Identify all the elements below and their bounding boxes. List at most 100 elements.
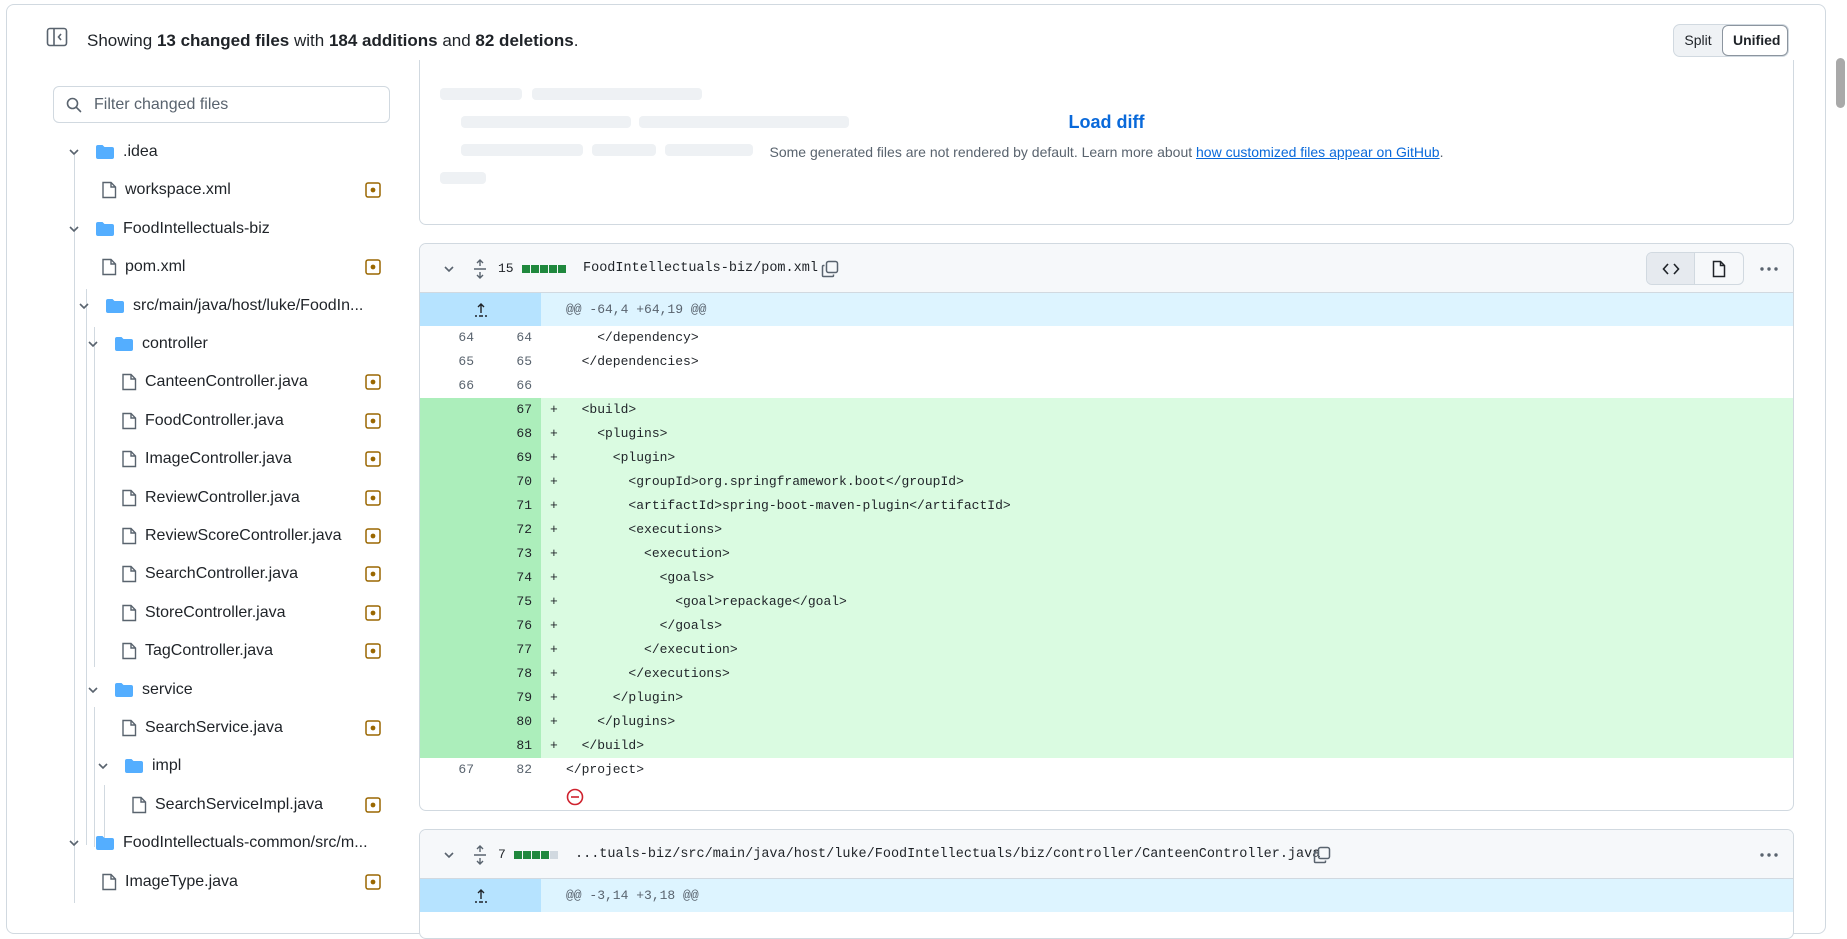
tree-folder-src-main-java-host-luke-foodin[interactable]: src/main/java/host/luke/FoodIn... [77, 289, 393, 323]
tree-folder-service[interactable]: service [86, 673, 393, 707]
new-line-number[interactable]: 75 [492, 590, 532, 614]
tree-file-reviewcontroller-java[interactable]: ReviewController.java [121, 481, 393, 515]
old-line-number[interactable]: 66 [434, 374, 474, 398]
source-diff-button[interactable] [1647, 253, 1695, 284]
filter-changed-files [53, 86, 390, 123]
copy-icon[interactable] [1313, 830, 1331, 879]
tree-file-reviewscorecontroller-java[interactable]: ReviewScoreController.java [121, 519, 393, 553]
diffstat-bar [522, 244, 566, 293]
tree-file-searchcontroller-java[interactable]: SearchController.java [121, 557, 393, 591]
tree-folder-controller[interactable]: controller [86, 327, 393, 361]
diffstat-square [558, 264, 566, 273]
file-modified-icon [365, 489, 381, 506]
diff-sign: + [550, 570, 558, 585]
chevron-down-icon[interactable] [86, 683, 100, 697]
summary-suffix: . [573, 31, 579, 50]
diffstat-square [541, 850, 549, 859]
tree-file-foodcontroller-java[interactable]: FoodController.java [121, 404, 393, 438]
old-line-number[interactable]: 67 [434, 758, 474, 782]
file-path[interactable]: FoodIntellectuals-biz/pom.xml [583, 244, 818, 293]
code-text: </dependencies> [566, 354, 699, 369]
rich-diff-button[interactable] [1695, 253, 1743, 284]
diff-line-context: 64 64 </dependency> [420, 326, 1793, 350]
tree-folder-idea[interactable]: .idea [67, 135, 393, 169]
tree-file-imagecontroller-java[interactable]: ImageController.java [121, 442, 393, 476]
expand-all-icon[interactable] [472, 244, 488, 293]
view-mode-buttons [1646, 252, 1744, 285]
note-end: . [1439, 144, 1444, 160]
more-options-icon[interactable] [1753, 244, 1785, 293]
chevron-down-icon[interactable] [86, 337, 100, 351]
chevron-down-icon[interactable] [67, 222, 81, 236]
diff-line-added: 68 + <plugins> [420, 422, 1793, 446]
tree-folder-impl[interactable]: impl [96, 749, 393, 783]
tree-folder-foodintellectuals-biz[interactable]: FoodIntellectuals-biz [67, 212, 393, 246]
copy-icon[interactable] [821, 244, 839, 293]
tree-item-label: service [142, 680, 193, 698]
chevron-down-icon[interactable] [77, 299, 91, 313]
split-view-button[interactable]: Split [1674, 25, 1722, 56]
tree-file-pom-xml[interactable]: pom.xml [101, 250, 393, 284]
chevron-down-icon[interactable] [67, 145, 81, 159]
old-line-number[interactable]: 65 [434, 350, 474, 374]
tree-file-canteencontroller-java[interactable]: CanteenController.java [121, 365, 393, 399]
new-line-number[interactable]: 80 [492, 710, 532, 734]
new-line-number[interactable]: 70 [492, 470, 532, 494]
folder-icon [95, 835, 115, 851]
chevron-down-icon[interactable] [67, 836, 81, 850]
collapse-file-chevron-icon[interactable] [442, 830, 456, 879]
more-options-icon[interactable] [1753, 830, 1785, 879]
new-line-number[interactable]: 69 [492, 446, 532, 470]
lines-changed-count: 7 [498, 847, 506, 862]
new-line-number[interactable]: 82 [492, 758, 532, 782]
file-path[interactable]: ...tuals-biz/src/main/java/host/luke/Foo… [575, 830, 1320, 879]
old-line-number[interactable]: 64 [434, 326, 474, 350]
diff-sign: + [550, 594, 558, 609]
new-line-number[interactable]: 68 [492, 422, 532, 446]
folder-icon [114, 682, 134, 698]
tree-file-imagetype-java[interactable]: ImageType.java [101, 865, 393, 899]
new-line-number[interactable]: 67 [492, 398, 532, 422]
chevron-down-icon[interactable] [96, 759, 110, 773]
new-line-number[interactable]: 74 [492, 566, 532, 590]
new-line-number[interactable]: 73 [492, 542, 532, 566]
file-icon [121, 489, 137, 507]
collapse-file-chevron-icon[interactable] [442, 244, 456, 293]
load-diff-button[interactable]: Load diff [420, 112, 1793, 133]
diff-sign: + [550, 642, 558, 657]
file-modified-icon [365, 566, 381, 583]
new-line-number[interactable]: 64 [492, 326, 532, 350]
new-line-number[interactable]: 66 [492, 374, 532, 398]
page-scrollbar[interactable] [1833, 52, 1847, 921]
tree-file-searchservice-java[interactable]: SearchService.java [121, 711, 393, 745]
new-line-number[interactable]: 78 [492, 662, 532, 686]
customized-files-link[interactable]: how customized files appear on GitHub [1196, 144, 1440, 160]
file-diff-pom-xml: 15 FoodIntellectuals-biz/pom.xml @@ -64,… [419, 243, 1794, 811]
new-line-number[interactable]: 76 [492, 614, 532, 638]
new-line-number[interactable]: 81 [492, 734, 532, 758]
filter-input[interactable] [92, 87, 382, 122]
code-text: <goal>repackage</goal> [566, 594, 847, 609]
new-line-number[interactable]: 77 [492, 638, 532, 662]
new-line-number[interactable]: 71 [492, 494, 532, 518]
unified-view-button[interactable]: Unified [1722, 25, 1788, 56]
expand-all-icon[interactable] [472, 830, 488, 879]
sidebar-collapse-icon[interactable] [46, 27, 68, 47]
tree-file-storecontroller-java[interactable]: StoreController.java [121, 596, 393, 630]
new-line-number[interactable]: 79 [492, 686, 532, 710]
file-modified-icon [365, 873, 381, 890]
expand-up-icon[interactable] [420, 293, 541, 326]
tree-folder-foodintellectuals-common-src-m[interactable]: FoodIntellectuals-common/src/m... [67, 826, 393, 860]
tree-file-workspace-xml[interactable]: workspace.xml [101, 173, 393, 207]
tree-file-searchserviceimpl-java[interactable]: SearchServiceImpl.java [131, 788, 393, 822]
tree-file-tagcontroller-java[interactable]: TagController.java [121, 634, 393, 668]
diff-line-added: 69 + <plugin> [420, 446, 1793, 470]
new-line-number[interactable]: 65 [492, 350, 532, 374]
code-text: <groupId>org.springframework.boot</group… [566, 474, 964, 489]
tree-item-label: ImageType.java [125, 872, 238, 890]
hunk-header: @@ -3,14 +3,18 @@ [420, 879, 1793, 912]
expand-up-icon[interactable] [420, 879, 541, 912]
tree-item-label: FoodIntellectuals-biz [123, 219, 270, 237]
new-line-number[interactable]: 72 [492, 518, 532, 542]
scrollbar-thumb[interactable] [1836, 58, 1845, 108]
